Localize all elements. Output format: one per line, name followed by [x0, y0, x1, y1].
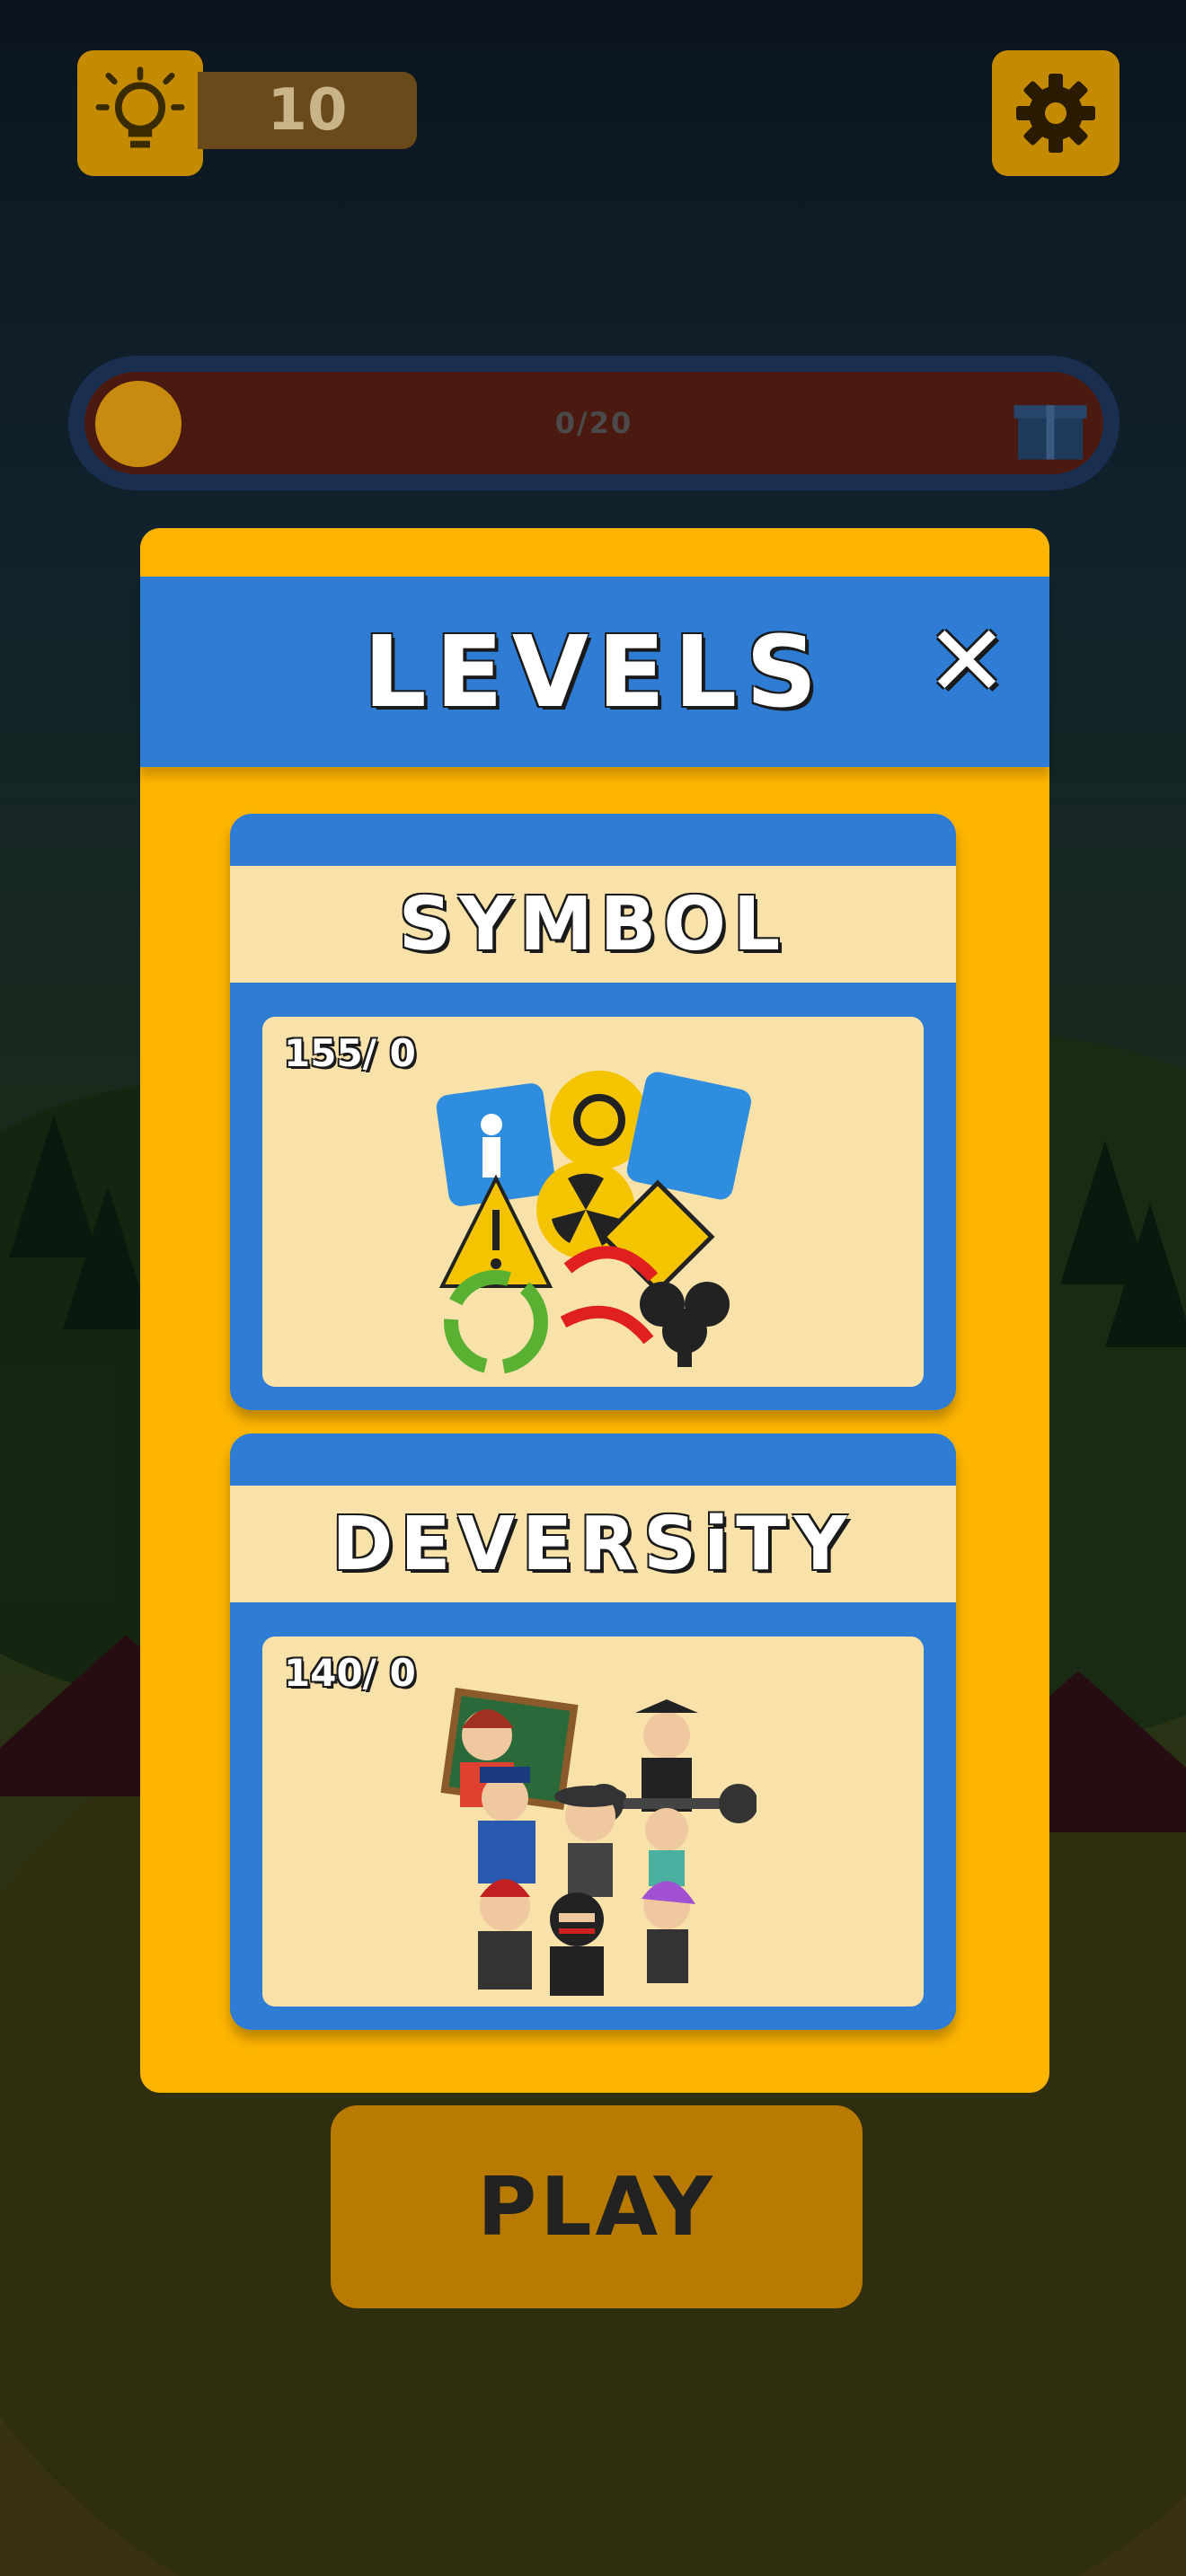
- gear-icon: [1016, 74, 1095, 153]
- level-card-diversity[interactable]: DEVERSiTY 140/ 0: [230, 1434, 956, 2030]
- level-count: 140/ 0: [284, 1651, 416, 1695]
- diversity-illustration: [440, 1687, 757, 1996]
- symbols-illustration: [436, 1071, 751, 1374]
- settings-button[interactable]: [992, 50, 1120, 176]
- close-icon[interactable]: ✕: [922, 612, 1012, 710]
- levels-modal: LEVELS ✕ SYMBOL 155/ 0 DEVERSiTY 140/ 0: [140, 528, 1049, 2093]
- level-name-band: DEVERSiTY: [230, 1486, 956, 1602]
- play-button[interactable]: PLAY: [331, 2105, 863, 2308]
- level-count: 155/ 0: [284, 1031, 416, 1075]
- level-card-symbol[interactable]: SYMBOL 155/ 0: [230, 814, 956, 1410]
- hint-count: 10: [198, 72, 417, 149]
- emoji-face-icon: [95, 381, 181, 467]
- level-name: SYMBOL: [398, 881, 788, 967]
- modal-header: LEVELS ✕: [140, 577, 1049, 767]
- hint-button[interactable]: [77, 50, 203, 176]
- progress-bar: 0/20: [68, 356, 1120, 490]
- gift-icon: [1013, 405, 1087, 460]
- lightbulb-icon: [95, 66, 185, 148]
- level-name: DEVERSiTY: [332, 1501, 854, 1587]
- modal-title: LEVELS: [363, 614, 827, 729]
- level-thumbnail[interactable]: 155/ 0: [262, 1017, 924, 1387]
- progress-text: 0/20: [554, 406, 633, 440]
- level-name-band: SYMBOL: [230, 866, 956, 983]
- level-thumbnail[interactable]: 140/ 0: [262, 1636, 924, 2007]
